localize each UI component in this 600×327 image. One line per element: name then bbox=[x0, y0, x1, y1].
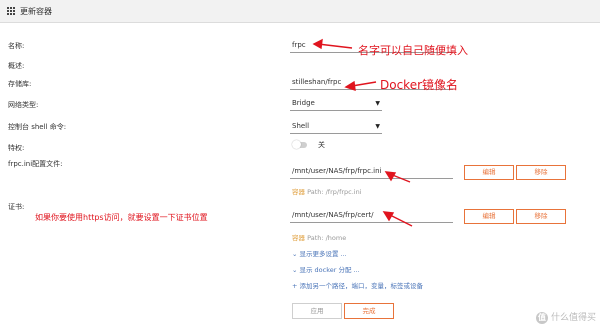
watermark: 值什么值得买 bbox=[535, 310, 596, 324]
watermark-text: 什么值得买 bbox=[550, 313, 596, 323]
annotation-arrows bbox=[312, 38, 413, 227]
watermark-badge: 值 bbox=[535, 312, 548, 324]
arrow-icon bbox=[344, 80, 377, 92]
arrow-icon bbox=[382, 211, 413, 227]
arrow-icon bbox=[312, 38, 353, 50]
arrow-icon bbox=[384, 171, 411, 183]
